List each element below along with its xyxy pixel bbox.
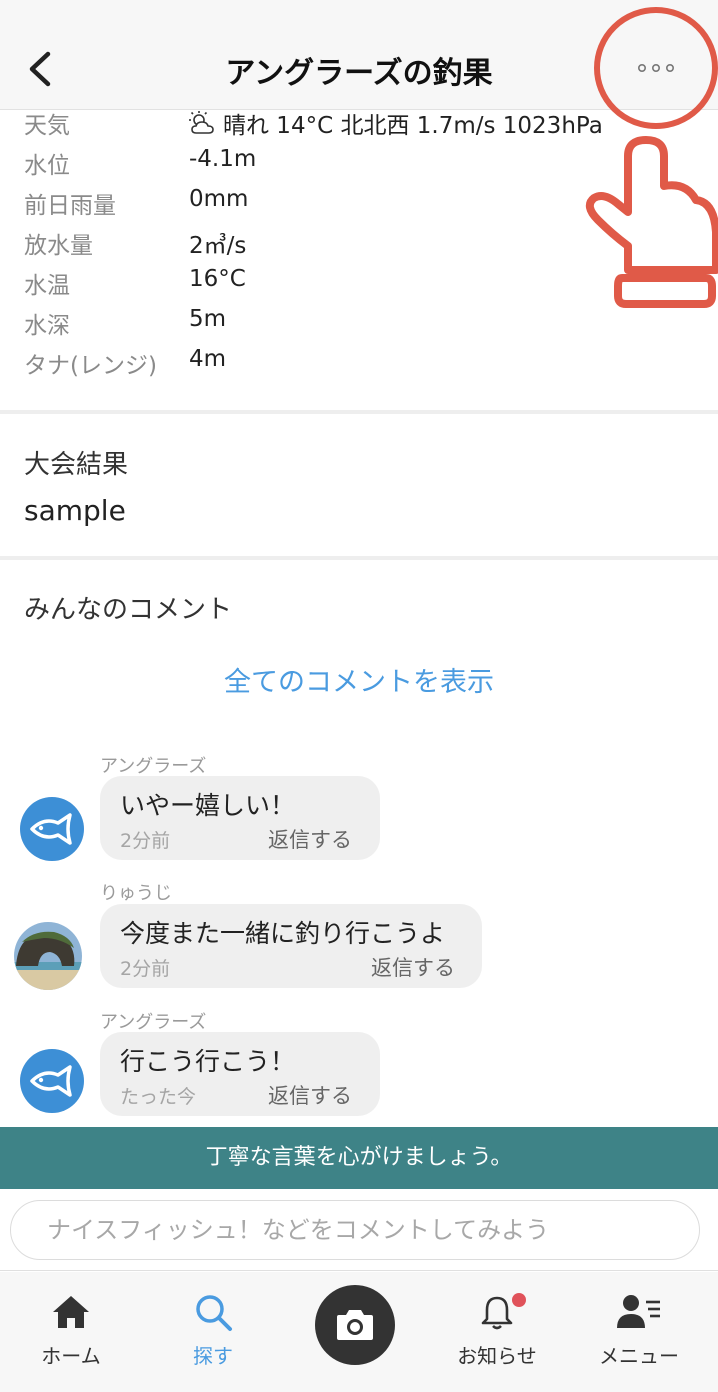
info-row-depth: 水深 5m — [0, 306, 718, 346]
user-photo — [14, 922, 82, 990]
reply-button[interactable]: 返信する — [268, 824, 352, 854]
comment-input[interactable] — [10, 1200, 700, 1260]
fish-logo-icon — [30, 1065, 72, 1097]
info-label: 水深 — [24, 313, 70, 339]
info-label: 放水量 — [24, 233, 93, 259]
comment-text: いやー嬉しい！ — [120, 791, 296, 820]
bottom-nav: ホーム 探す お知らせ メニュー — [0, 1272, 718, 1392]
divider — [0, 556, 718, 560]
page-title: アングラーズの釣果 — [225, 56, 493, 91]
info-value: 2㎥/s — [189, 233, 247, 259]
nav-item-menu[interactable]: メニュー — [574, 1272, 704, 1392]
comments-title: みんなのコメント — [24, 595, 233, 625]
avatar[interactable] — [20, 1049, 84, 1113]
comment-time: たった今 — [120, 1086, 197, 1108]
comment-author: アングラーズ — [100, 1012, 207, 1033]
search-icon — [196, 1295, 232, 1331]
comment-time: 2分前 — [120, 958, 171, 980]
info-label: 水位 — [24, 153, 70, 179]
etiquette-notice: 丁寧な言葉を心がけましょう。 — [0, 1127, 718, 1189]
catch-conditions: 天気 晴れ 14°C 北北西 1.7m/s 1023hPa 水位 -4.1m 前… — [0, 100, 718, 412]
more-dots-icon — [637, 63, 674, 72]
app-header: アングラーズの釣果 — [0, 0, 718, 110]
comment-bubble: いやー嬉しい！ 2分前 返信する — [100, 776, 380, 860]
nav-item-notifications[interactable]: お知らせ — [432, 1272, 562, 1392]
info-label: タナ(レンジ) — [24, 353, 157, 379]
comment-text: 行こう行こう！ — [120, 1047, 296, 1076]
nav-item-home[interactable]: ホーム — [6, 1272, 136, 1392]
notification-badge — [512, 1293, 526, 1307]
comment-text: 今度また一緒に釣り行こうよ — [120, 919, 446, 948]
partly-cloudy-icon — [189, 111, 214, 134]
info-label: 天気 — [24, 113, 70, 139]
info-row-discharge: 放水量 2㎥/s — [0, 226, 718, 266]
camera-button[interactable] — [315, 1285, 395, 1365]
camera-icon — [337, 1310, 373, 1340]
info-row-rainfall: 前日雨量 0mm — [0, 186, 718, 226]
comment-author: アングラーズ — [100, 756, 207, 777]
weather-text: 晴れ 14°C 北北西 1.7m/s 1023hPa — [223, 113, 603, 139]
info-row-weather: 天気 晴れ 14°C 北北西 1.7m/s 1023hPa — [0, 106, 718, 146]
divider — [0, 410, 718, 414]
info-value: 晴れ 14°C 北北西 1.7m/s 1023hPa — [189, 106, 603, 140]
comment-input-bar — [0, 1189, 718, 1271]
nav-label: 探す — [193, 1344, 233, 1368]
bell-icon — [481, 1296, 513, 1330]
show-all-comments-link[interactable]: 全てのコメントを表示 — [0, 660, 718, 699]
comment-author: りゅうじ — [100, 883, 172, 904]
fish-logo-icon — [30, 813, 72, 845]
info-value: -4.1m — [189, 146, 257, 172]
avatar[interactable] — [14, 922, 82, 990]
info-value: 4m — [189, 346, 227, 372]
info-label: 前日雨量 — [24, 193, 116, 219]
comment-bubble: 行こう行こう！ たった今 返信する — [100, 1032, 380, 1116]
reply-button[interactable]: 返信する — [371, 952, 455, 982]
info-value: 5m — [189, 306, 227, 332]
info-label: 水温 — [24, 273, 70, 299]
avatar[interactable] — [20, 797, 84, 861]
tournament-value: sample — [24, 494, 126, 527]
comment-bubble: 今度また一緒に釣り行こうよ 2分前 返信する — [100, 904, 482, 988]
nav-item-search[interactable]: 探す — [148, 1272, 278, 1392]
tournament-title: 大会結果 — [24, 450, 129, 480]
info-value: 16°C — [189, 266, 246, 292]
comment-time: 2分前 — [120, 830, 171, 852]
home-icon — [53, 1296, 89, 1328]
reply-button[interactable]: 返信する — [268, 1080, 352, 1110]
nav-label: ホーム — [41, 1344, 101, 1368]
info-row-range: タナ(レンジ) 4m — [0, 346, 718, 386]
nav-label: メニュー — [599, 1344, 679, 1368]
more-options-button[interactable] — [620, 48, 692, 88]
nav-label: お知らせ — [457, 1344, 537, 1368]
info-row-water-level: 水位 -4.1m — [0, 146, 718, 186]
info-value: 0mm — [189, 186, 249, 212]
user-menu-icon — [617, 1295, 660, 1328]
info-row-water-temp: 水温 16°C — [0, 266, 718, 306]
